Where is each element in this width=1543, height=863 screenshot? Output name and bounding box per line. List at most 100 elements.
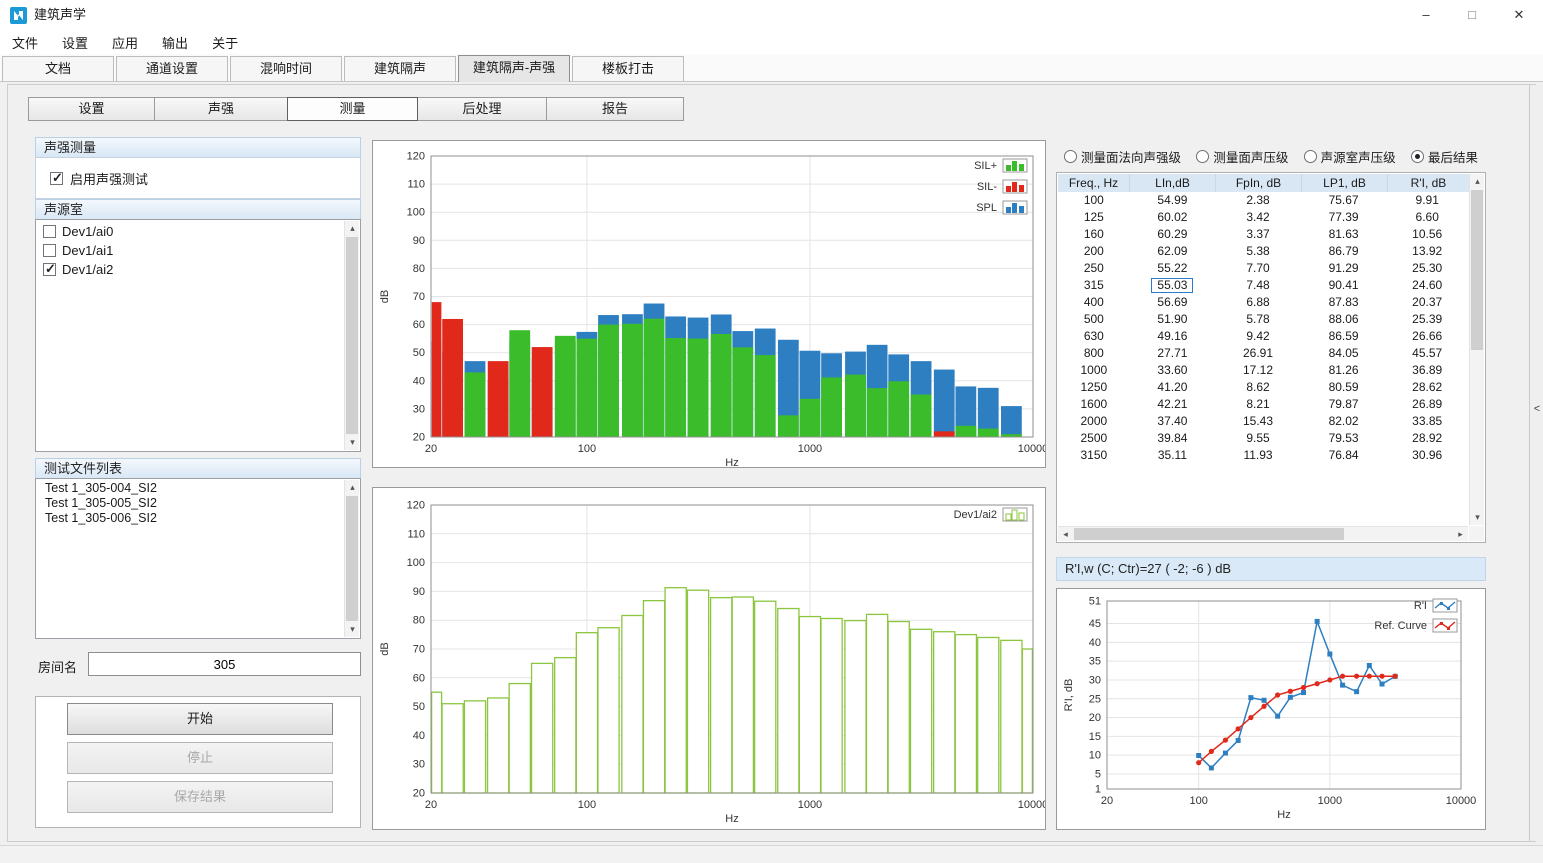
scroll-up-icon[interactable] (345, 480, 360, 495)
source-room-plot: 203040506070809010011012020100100010000H… (373, 488, 1045, 829)
cell: 33.60 (1130, 362, 1216, 379)
channel-item-2[interactable]: Dev1/ai2 (37, 260, 343, 279)
cell: 81.63 (1301, 226, 1387, 243)
menu-item-about[interactable]: 关于 (212, 33, 238, 52)
table-row[interactable]: 12560.023.4277.396.60 (1058, 209, 1468, 226)
table-row[interactable]: 25055.227.7091.2925.30 (1058, 260, 1468, 277)
room-name-input[interactable] (88, 652, 361, 676)
scrollbar-thumb[interactable] (1471, 190, 1483, 350)
file-item-2[interactable]: Test 1_305-006_SI2 (37, 511, 343, 526)
svg-text:10000: 10000 (1018, 799, 1045, 811)
scrollbar-thumb[interactable] (1074, 528, 1344, 540)
main-tab-floor-impact[interactable]: 楼板打击 (572, 56, 684, 81)
table-row[interactable]: 80027.7126.9184.0545.57 (1058, 345, 1468, 362)
file-item-0[interactable]: Test 1_305-004_SI2 (37, 481, 343, 496)
channel-checkbox[interactable] (43, 225, 56, 238)
channel-item-0[interactable]: Dev1/ai0 (37, 222, 343, 241)
sub-tab-intensity[interactable]: 声强 (154, 97, 288, 121)
radio-normal-intensity-level[interactable]: 测量面法向声强级 (1064, 147, 1181, 166)
svg-text:100: 100 (407, 207, 425, 219)
maximize-button[interactable]: □ (1449, 0, 1495, 30)
sub-tab-setup[interactable]: 设置 (28, 97, 155, 121)
close-button[interactable]: ✕ (1495, 0, 1543, 30)
scroll-down-icon[interactable] (1470, 510, 1485, 525)
table-row[interactable]: 200037.4015.4382.0233.85 (1058, 413, 1468, 430)
scrollbar-thumb[interactable] (346, 237, 358, 434)
svg-text:100: 100 (578, 443, 596, 455)
scroll-up-icon[interactable] (1470, 174, 1485, 189)
file-list-scrollbar[interactable] (344, 480, 359, 637)
table-row[interactable]: 10054.992.3875.679.91 (1058, 192, 1468, 209)
table-horizontal-scrollbar[interactable] (1058, 526, 1468, 541)
radio-button[interactable] (1196, 150, 1209, 163)
main-tab-document[interactable]: 文档 (2, 56, 114, 81)
sub-tab-postprocess[interactable]: 后处理 (417, 97, 547, 121)
scroll-up-icon[interactable] (345, 221, 360, 236)
radio-source-room-spl[interactable]: 声源室声压级 (1304, 147, 1396, 166)
table-row[interactable]: 100033.6017.1281.2636.89 (1058, 362, 1468, 379)
main-tab-insulation[interactable]: 建筑隔声 (344, 56, 456, 81)
main-tab-reverb-time[interactable]: 混响时间 (230, 56, 342, 81)
table-row[interactable]: 125041.208.6280.5928.62 (1058, 379, 1468, 396)
room-name-label: 房间名 (38, 657, 77, 676)
channel-list-scrollbar[interactable] (344, 221, 359, 450)
table-row[interactable]: 250039.849.5579.5328.92 (1058, 430, 1468, 447)
radio-button[interactable] (1304, 150, 1317, 163)
cell: 26.91 (1215, 345, 1301, 362)
table-row[interactable]: 315035.1111.9376.8430.96 (1058, 447, 1468, 464)
weighted-result-text: R'I,w (C; Ctr)=27 ( -2; -6 ) dB (1056, 557, 1486, 581)
start-button[interactable]: 开始 (67, 703, 333, 735)
cell: 60.29 (1130, 226, 1216, 243)
table-row[interactable]: 160042.218.2179.8726.89 (1058, 396, 1468, 413)
selected-cell-value: 55.03 (1151, 278, 1193, 293)
svg-text:SIL+: SIL+ (974, 160, 997, 172)
collapse-panel-button[interactable]: < (1530, 397, 1543, 421)
scroll-left-icon[interactable] (1058, 527, 1073, 542)
cell: 2000 (1058, 413, 1130, 430)
main-tab-channel-setup[interactable]: 通道设置 (116, 56, 228, 81)
sub-tab-measure[interactable]: 测量 (287, 97, 418, 121)
radio-surface-spl[interactable]: 测量面声压级 (1196, 147, 1288, 166)
cell: 630 (1058, 328, 1130, 345)
sub-tab-report[interactable]: 报告 (546, 97, 684, 121)
scroll-down-icon[interactable] (345, 435, 360, 450)
channel-item-1[interactable]: Dev1/ai1 (37, 241, 343, 260)
table-vertical-scrollbar[interactable] (1469, 174, 1484, 525)
cell: 250 (1058, 260, 1130, 277)
table-row[interactable]: 16060.293.3781.6310.56 (1058, 226, 1468, 243)
table-row[interactable]: 40056.696.8887.8320.37 (1058, 294, 1468, 311)
svg-text:1: 1 (1095, 784, 1101, 796)
radio-final-result[interactable]: 最后结果 (1411, 147, 1478, 166)
channel-checkbox[interactable] (43, 244, 56, 257)
cell: 13.92 (1386, 243, 1468, 260)
main-tab-insulation-si[interactable]: 建筑隔声-声强 (458, 55, 570, 82)
cell: 9.55 (1215, 430, 1301, 447)
table-row[interactable]: 20062.095.3886.7913.92 (1058, 243, 1468, 260)
save-results-button: 保存结果 (67, 781, 333, 813)
minimize-button[interactable]: – (1403, 0, 1449, 30)
channel-checkbox[interactable] (43, 263, 56, 276)
svg-text:90: 90 (413, 235, 425, 247)
table-row[interactable]: 50051.905.7888.0625.39 (1058, 311, 1468, 328)
table-row[interactable]: 31555.037.4890.4124.60 (1058, 277, 1468, 294)
scrollbar-thumb[interactable] (346, 496, 358, 621)
svg-text:60: 60 (413, 672, 425, 684)
enable-si-test-checkbox[interactable] (50, 172, 63, 185)
menu-item-output[interactable]: 输出 (162, 33, 188, 52)
cell: 79.87 (1301, 396, 1387, 413)
menu-item-file[interactable]: 文件 (12, 33, 38, 52)
cell: 7.70 (1215, 260, 1301, 277)
svg-text:70: 70 (413, 291, 425, 303)
svg-text:SIL-: SIL- (977, 181, 998, 193)
svg-text:100: 100 (407, 557, 425, 569)
file-item-1[interactable]: Test 1_305-005_SI2 (37, 496, 343, 511)
menu-item-apply[interactable]: 应用 (112, 33, 138, 52)
scroll-right-icon[interactable] (1453, 527, 1468, 542)
svg-text:Ref. Curve: Ref. Curve (1374, 620, 1427, 632)
menu-item-settings[interactable]: 设置 (62, 33, 88, 52)
table-row[interactable]: 63049.169.4286.5926.66 (1058, 328, 1468, 345)
svg-text:20: 20 (425, 443, 437, 455)
radio-button[interactable] (1411, 150, 1424, 163)
radio-button[interactable] (1064, 150, 1077, 163)
scroll-down-icon[interactable] (345, 622, 360, 637)
